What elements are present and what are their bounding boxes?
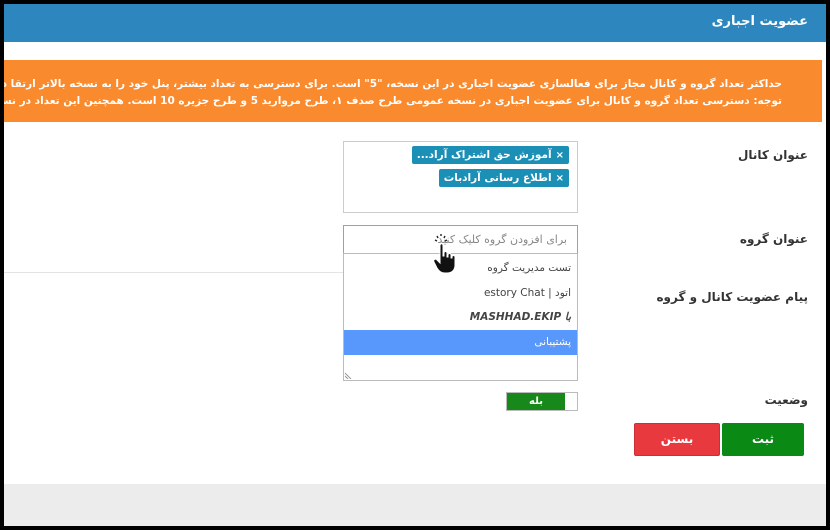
group-option[interactable]: با MASHHAD.EKIP <box>344 305 577 330</box>
membership-modal: عضویت اجباری حداکثر تعداد گروه و کانال م… <box>4 4 826 484</box>
alert-line-2: توجه: دسترسی تعداد گروه و کانال برای عضو… <box>4 95 782 107</box>
group-option[interactable]: تست مدیریت گروه <box>344 256 577 281</box>
hand-pointer-icon <box>433 234 456 274</box>
group-label: عنوان گروه <box>739 232 808 246</box>
channel-tag-label: آموزش حق اشتراک آراد... <box>416 149 552 161</box>
modal-header: عضویت اجباری <box>4 4 826 42</box>
group-search-input[interactable]: برای افزودن گروه کلیک کنید <box>343 225 578 255</box>
save-button[interactable]: ثبت <box>722 423 804 456</box>
channel-tag: × آموزش حق اشتراک آراد... <box>411 146 569 164</box>
remove-tag-icon[interactable]: × <box>556 150 564 161</box>
channel-label: عنوان کانال <box>737 148 808 162</box>
close-button[interactable]: بستن <box>634 423 720 456</box>
status-toggle[interactable]: بله <box>506 392 578 411</box>
group-dropdown: تست مدیریت گروه اتود | estory Chat با MA… <box>343 253 578 381</box>
status-label: وضعیت <box>764 393 808 407</box>
group-option[interactable]: اتود | estory Chat <box>344 281 577 306</box>
resize-handle-icon[interactable] <box>345 371 353 379</box>
modal-title: عضویت اجباری <box>711 14 808 29</box>
screen: عضویت اجباری حداکثر تعداد گروه و کانال م… <box>4 4 826 526</box>
remove-tag-icon[interactable]: × <box>556 173 564 184</box>
warning-alert: حداکثر تعداد گروه و کانال مجاز برای فعال… <box>4 60 822 122</box>
channel-tag-label: اطلاع رسانی آرادبات <box>443 172 552 184</box>
channel-tag: × اطلاع رسانی آرادبات <box>438 169 569 187</box>
alert-line-1: حداکثر تعداد گروه و کانال مجاز برای فعال… <box>4 78 782 90</box>
group-option-selected[interactable]: پشتیبانی <box>344 330 577 355</box>
channel-select[interactable]: × آموزش حق اشتراک آراد... × اطلاع رسانی آر… <box>343 141 578 213</box>
form-divider <box>4 272 343 273</box>
status-toggle-on: بله <box>507 393 565 410</box>
message-label: پیام عضویت کانال و گروه <box>656 290 808 304</box>
